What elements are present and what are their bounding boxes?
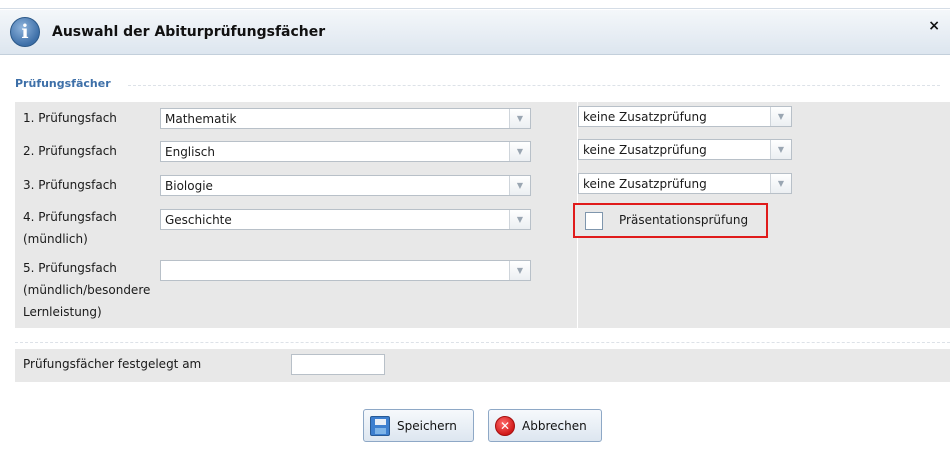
top-border [0,8,950,9]
presentation-exam-highlight: Präsentationsprüfung [573,203,768,238]
cancel-button-label: Abbrechen [522,419,587,433]
subject-select-4[interactable]: Geschichte ▼ [160,209,531,230]
subject-label: 5. Prüfungsfach (mündlich/besondere Lern… [23,257,150,323]
subject-select-1[interactable]: Mathematik ▼ [160,108,531,129]
subject-label-line: 5. Prüfungsfach [23,261,117,275]
subject-label-line: Lernleistung) [23,305,102,319]
subject-label: 4. Prüfungsfach (mündlich) [23,206,117,250]
chevron-down-icon[interactable]: ▼ [770,107,791,126]
subject-select-value: Geschichte [165,213,232,227]
chevron-down-icon[interactable]: ▼ [509,261,530,280]
subject-label-line: (mündlich) [23,232,88,246]
subject-row-5: 5. Prüfungsfach (mündlich/besondere Lern… [15,254,950,328]
chevron-down-icon[interactable]: ▼ [509,210,530,229]
chevron-down-icon[interactable]: ▼ [770,174,791,193]
subject-select-value: Englisch [165,145,215,159]
subject-label: 2. Prüfungsfach [23,144,117,158]
date-row: Prüfungsfächer festgelegt am [15,349,950,382]
extra-exam-select-2[interactable]: keine Zusatzprüfung ▼ [578,139,792,160]
presentation-exam-label[interactable]: Präsentationsprüfung [619,213,748,227]
presentation-exam-checkbox[interactable] [585,212,603,230]
subject-select-5[interactable]: ▼ [160,260,531,281]
extra-exam-value: keine Zusatzprüfung [583,177,707,191]
section-divider [15,342,950,343]
extra-exam-value: keine Zusatzprüfung [583,143,707,157]
info-icon: i [10,17,40,47]
subject-select-value: Biologie [165,179,213,193]
subject-row-4: 4. Prüfungsfach (mündlich) Geschichte ▼ [15,203,950,254]
cancel-button[interactable]: ✕ Abbrechen [488,409,602,442]
extra-exam-select-1[interactable]: keine Zusatzprüfung ▼ [578,106,792,127]
subject-label: 1. Prüfungsfach [23,111,117,125]
save-button[interactable]: Speichern [363,409,474,442]
legend-divider [128,85,940,86]
date-label: Prüfungsfächer festgelegt am [23,357,202,371]
dialog-titlebar: i Auswahl der Abiturprüfungsfächer × [0,10,950,55]
extra-exam-value: keine Zusatzprüfung [583,110,707,124]
save-button-label: Speichern [397,419,457,433]
extra-exam-select-3[interactable]: keine Zusatzprüfung ▼ [578,173,792,194]
floppy-disk-icon [370,416,390,436]
column-divider [577,254,578,328]
cancel-icon: ✕ [495,416,515,436]
subject-select-3[interactable]: Biologie ▼ [160,175,531,196]
subject-label-line: (mündlich/besondere [23,283,151,297]
section-legend: Prüfungsfächer [15,77,111,90]
chevron-down-icon[interactable]: ▼ [509,142,530,161]
subject-row-2: 2. Prüfungsfach Englisch ▼ keine Zusatzp… [15,135,950,169]
chevron-down-icon[interactable]: ▼ [509,109,530,128]
dialog-title: Auswahl der Abiturprüfungsfächer [52,24,326,40]
close-icon[interactable]: × [928,18,940,34]
subject-select-2[interactable]: Englisch ▼ [160,141,531,162]
date-input[interactable] [291,354,385,375]
chevron-down-icon[interactable]: ▼ [770,140,791,159]
subject-row-1: 1. Prüfungsfach Mathematik ▼ keine Zusat… [15,102,950,135]
chevron-down-icon[interactable]: ▼ [509,176,530,195]
subject-select-value: Mathematik [165,112,237,126]
subject-label-line: 4. Prüfungsfach [23,210,117,224]
subject-row-3: 3. Prüfungsfach Biologie ▼ keine Zusatzp… [15,169,950,203]
subject-label: 3. Prüfungsfach [23,178,117,192]
